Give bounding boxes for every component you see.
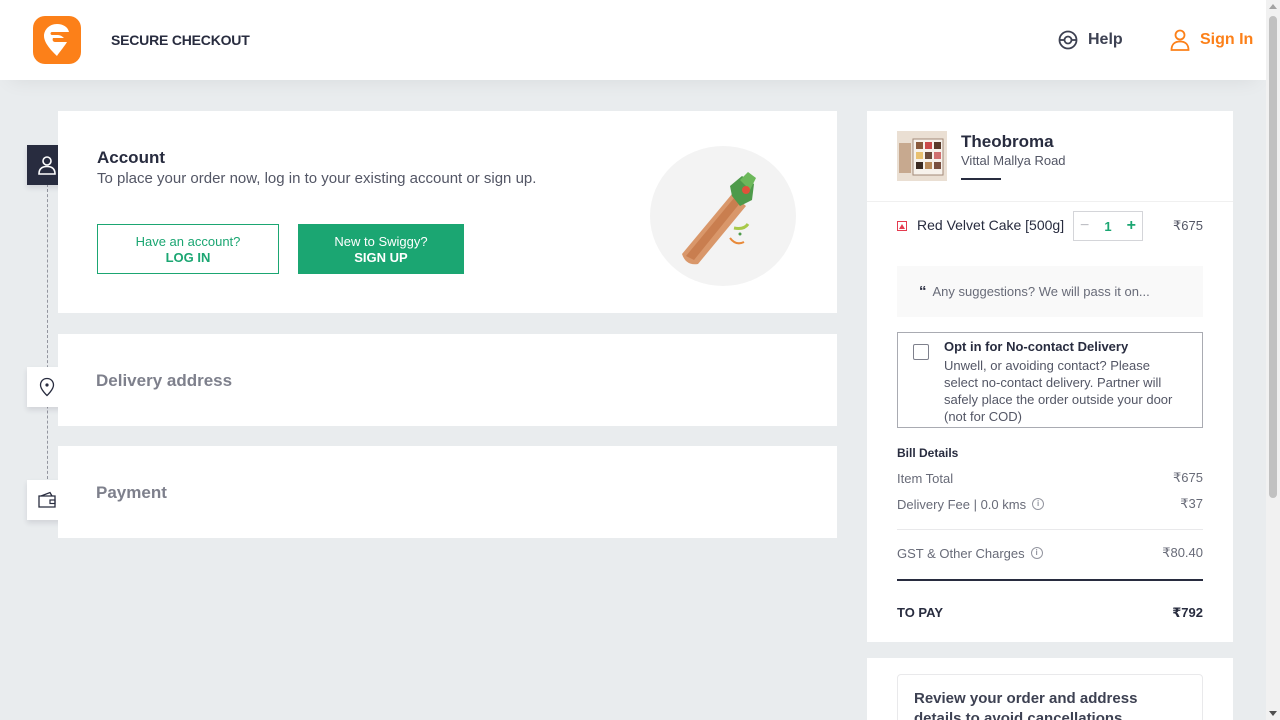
user-icon bbox=[1170, 29, 1190, 51]
info-icon[interactable]: i bbox=[1032, 498, 1045, 510]
wrap-illustration bbox=[650, 146, 796, 286]
top-header: SECURE CHECKOUT Help Sign In bbox=[0, 0, 1266, 80]
no-contact-description: Unwell, or avoiding contact? Please sele… bbox=[944, 358, 1173, 424]
checkout-timeline bbox=[47, 184, 48, 484]
quote-icon: “ bbox=[919, 283, 927, 300]
delivery-fee-label: Delivery Fee | 0.0 kms bbox=[897, 496, 1027, 512]
page-title: SECURE CHECKOUT bbox=[111, 32, 250, 48]
payment-section[interactable]: Payment bbox=[58, 446, 837, 538]
no-contact-title: Opt in for No-contact Delivery bbox=[944, 339, 1129, 354]
delivery-fee-value: ₹37 bbox=[1180, 496, 1203, 511]
user-icon bbox=[38, 156, 56, 175]
delivery-address-title: Delivery address bbox=[96, 371, 233, 390]
to-pay-value: ₹792 bbox=[1172, 605, 1203, 620]
review-section: Review your order and address details to… bbox=[867, 658, 1233, 720]
quantity-value: 1 bbox=[1104, 218, 1112, 234]
divider bbox=[897, 529, 1203, 530]
swiggy-logo-icon bbox=[44, 24, 69, 56]
non-veg-icon bbox=[897, 221, 907, 231]
lifebuoy-icon bbox=[1058, 30, 1078, 50]
review-text: Review your order and address details to… bbox=[914, 690, 1138, 720]
no-contact-delivery-option[interactable]: Opt in for No-contact Delivery Unwell, o… bbox=[897, 332, 1203, 428]
item-total-value: ₹675 bbox=[1173, 470, 1203, 485]
gst-label: GST & Other Charges bbox=[897, 545, 1025, 561]
wallet-icon bbox=[38, 491, 56, 508]
to-pay-label: TO PAY bbox=[897, 605, 944, 620]
payment-title: Payment bbox=[96, 483, 167, 502]
decrease-quantity-button[interactable]: − bbox=[1080, 217, 1089, 235]
swiggy-logo[interactable] bbox=[33, 16, 81, 64]
cart-item-price: ₹675 bbox=[1173, 218, 1203, 233]
restaurant-image bbox=[897, 131, 947, 181]
account-section: Account To place your order now, log in … bbox=[58, 111, 837, 313]
cake-box-image bbox=[897, 131, 947, 181]
sign-in-link[interactable]: Sign In bbox=[1170, 29, 1253, 51]
bill-gst-row: GST & Other Charges i ₹80.40 bbox=[897, 545, 1203, 561]
item-total-label: Item Total bbox=[897, 470, 954, 486]
cart-item-name: Red Velvet Cake [500g] bbox=[917, 217, 1065, 233]
account-title: Account bbox=[97, 148, 165, 167]
bill-details-title: Bill Details bbox=[897, 446, 959, 460]
food-wrap-icon bbox=[682, 172, 756, 265]
increase-quantity-button[interactable]: + bbox=[1127, 217, 1136, 235]
login-button-caption: Have an account? bbox=[135, 233, 241, 249]
page-scrollbar[interactable] bbox=[1266, 0, 1280, 720]
help-link[interactable]: Help bbox=[1058, 30, 1123, 50]
account-subtitle: To place your order now, log in to your … bbox=[97, 170, 537, 187]
scroll-thumb[interactable] bbox=[1269, 16, 1277, 498]
restaurant-area: Vittal Mallya Road bbox=[961, 153, 1066, 168]
review-notice: Review your order and address details to… bbox=[897, 674, 1203, 720]
bill-delivery-row: Delivery Fee | 0.0 kms i ₹37 bbox=[897, 496, 1203, 512]
to-pay-row: TO PAY ₹792 bbox=[897, 605, 1203, 621]
restaurant-name[interactable]: Theobroma bbox=[961, 132, 1054, 152]
info-icon[interactable]: i bbox=[1030, 547, 1043, 559]
restaurant-underline bbox=[961, 178, 1001, 180]
scroll-up-arrow-icon[interactable] bbox=[1269, 4, 1277, 9]
login-button[interactable]: Have an account? LOG IN bbox=[97, 224, 279, 274]
signup-button[interactable]: New to Swiggy? SIGN UP bbox=[298, 224, 464, 274]
quantity-stepper[interactable]: − 1 + bbox=[1073, 211, 1143, 241]
divider bbox=[867, 201, 1233, 202]
location-pin-icon bbox=[39, 377, 55, 397]
suggestions-placeholder: Any suggestions? We will pass it on... bbox=[932, 284, 1150, 299]
login-button-label: LOG IN bbox=[165, 249, 211, 265]
gst-value: ₹80.40 bbox=[1162, 545, 1203, 560]
suggestions-input[interactable]: “ Any suggestions? We will pass it on... bbox=[897, 266, 1203, 317]
sign-in-label: Sign In bbox=[1200, 31, 1254, 48]
signup-button-label: SIGN UP bbox=[354, 249, 408, 265]
divider bbox=[897, 579, 1203, 581]
no-contact-checkbox[interactable] bbox=[913, 344, 929, 360]
scroll-down-arrow-icon[interactable] bbox=[1269, 711, 1277, 716]
help-label: Help bbox=[1088, 31, 1123, 48]
signup-button-caption: New to Swiggy? bbox=[334, 233, 428, 249]
cart-panel: Theobroma Vittal Mallya Road Red Velvet … bbox=[867, 111, 1233, 642]
delivery-address-section[interactable]: Delivery address bbox=[58, 334, 837, 426]
bill-item-total-row: Item Total ₹675 bbox=[897, 470, 1203, 486]
